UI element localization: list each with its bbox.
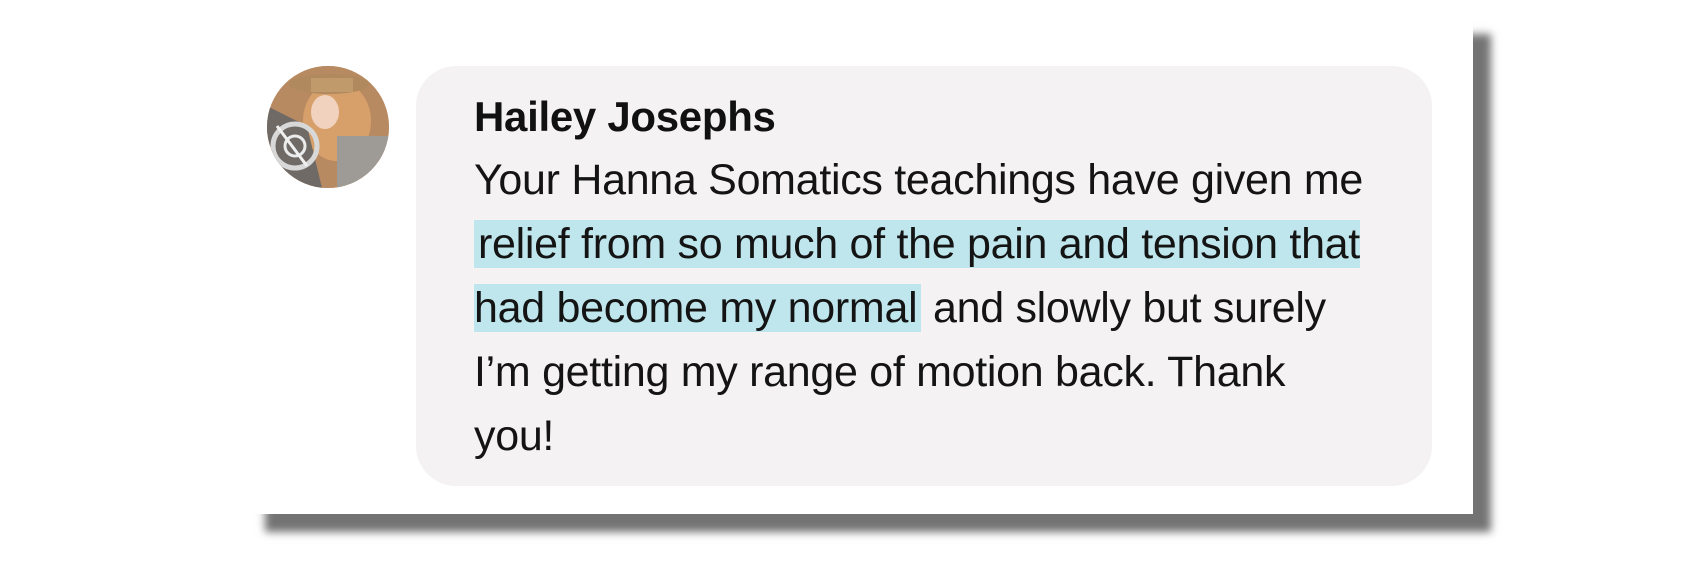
comment-text-before: Your Hanna Somatics teachings have given…	[474, 156, 1364, 204]
avatar[interactable]	[267, 66, 389, 188]
comment-author: Hailey Josephs	[474, 93, 776, 140]
comment-bubble: Hailey Josephs Your Hanna Somatics teach…	[416, 66, 1432, 486]
comment-text: Your Hanna Somatics teachings have given…	[474, 148, 1374, 468]
profile-photo-icon	[267, 66, 389, 188]
